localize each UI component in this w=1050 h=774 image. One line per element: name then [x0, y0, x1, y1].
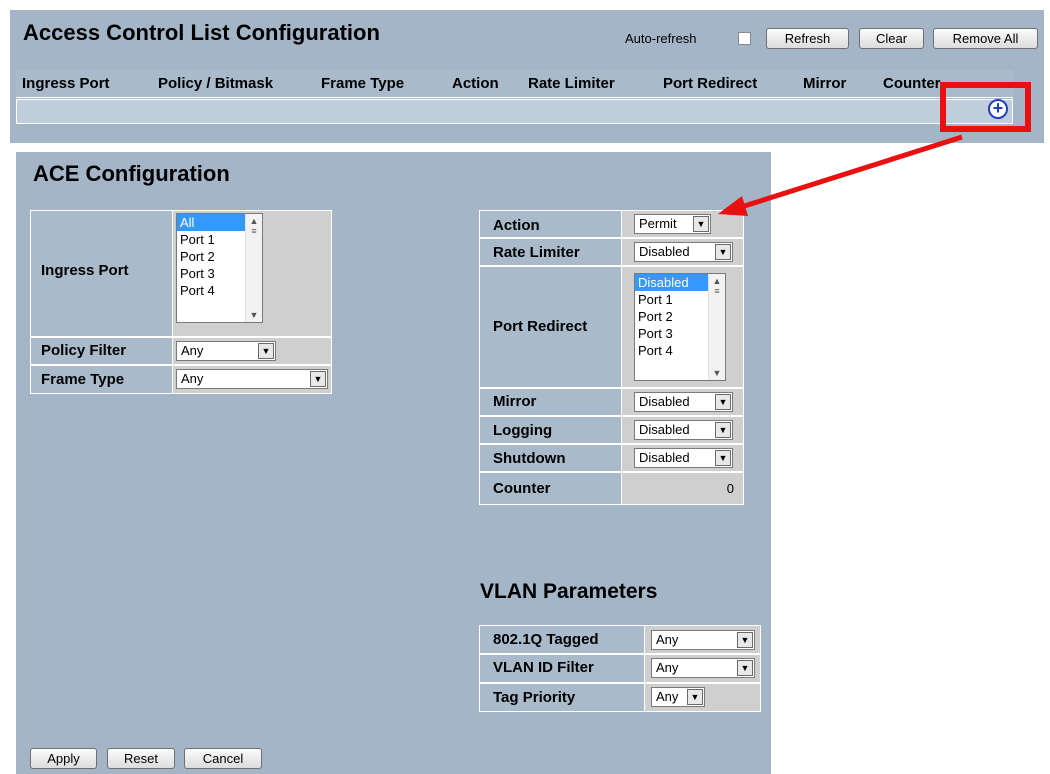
annotation-arrow — [718, 134, 963, 216]
arrow-head-icon — [718, 196, 748, 216]
arrow-line — [737, 134, 963, 211]
